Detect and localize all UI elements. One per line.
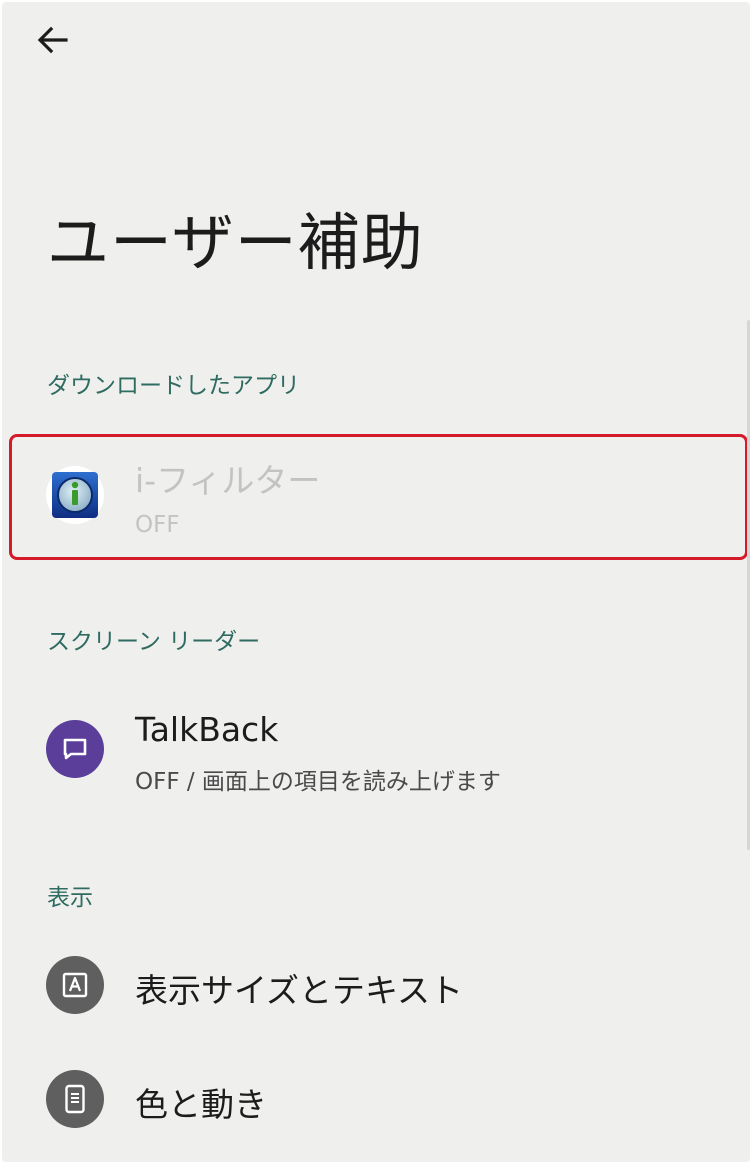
back-button[interactable]: [30, 20, 74, 60]
item-title: TalkBack: [135, 710, 279, 749]
list-item-i-filter[interactable]: i-フィルター OFF: [2, 434, 750, 556]
section-header-downloaded-apps: ダウンロードしたアプリ: [47, 373, 300, 399]
section-header-screen-reader: スクリーン リーダー: [47, 629, 261, 655]
accessibility-screen: ユーザー補助 ダウンロードしたアプリ i-フィルター OFF スクリーン リーダ…: [2, 2, 750, 1162]
arrow-back-icon: [37, 26, 68, 54]
page-title: ユーザー補助: [47, 206, 424, 279]
section-header-display: 表示: [47, 885, 93, 911]
item-title: 表示サイズとテキスト: [135, 971, 464, 1010]
list-item-display-size-text[interactable]: 表示サイズとテキスト: [2, 946, 750, 1028]
item-title: i-フィルター: [135, 461, 321, 500]
scrollbar[interactable]: [747, 320, 750, 850]
list-item-color-motion[interactable]: 色と動き: [2, 1062, 750, 1144]
item-summary: OFF: [135, 512, 180, 538]
i-filter-app-icon: [46, 466, 104, 524]
item-summary: OFF / 画面上の項目を読み上げます: [135, 769, 501, 795]
phone-color-icon: [46, 1070, 104, 1128]
item-title: 色と動き: [135, 1085, 267, 1124]
list-item-talkback[interactable]: TalkBack OFF / 画面上の項目を読み上げます: [2, 690, 750, 820]
talkback-chat-icon: [46, 720, 104, 778]
text-size-icon: [46, 956, 104, 1014]
